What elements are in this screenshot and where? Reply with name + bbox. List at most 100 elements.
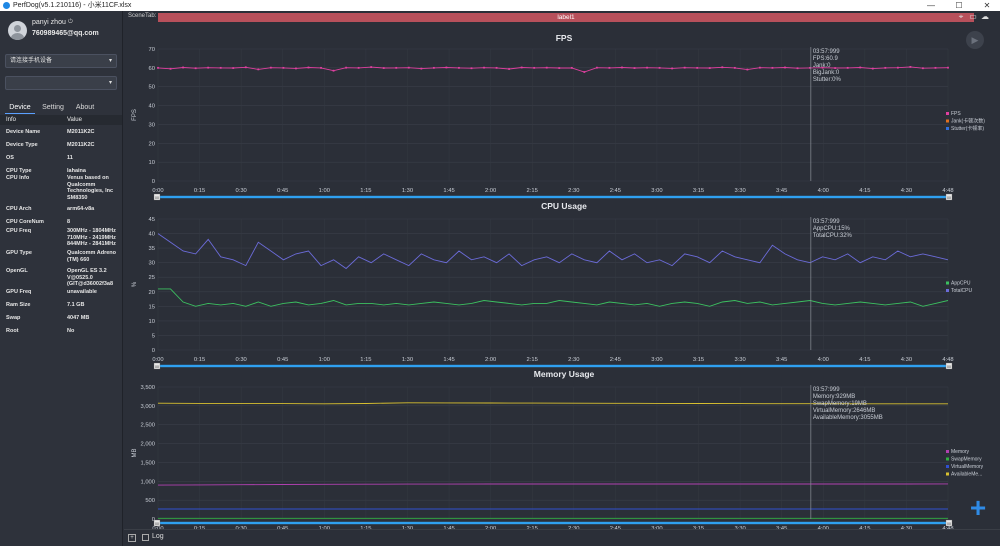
data-point xyxy=(169,67,172,70)
maximize-button[interactable]: ☐ xyxy=(948,0,970,11)
x-tick-label: 2:15 xyxy=(527,188,538,194)
chevron-down-icon: ▾ xyxy=(108,58,112,64)
legend-swatch xyxy=(946,127,949,130)
y-tick-label: 45 xyxy=(149,217,155,223)
log-label: Log xyxy=(152,533,164,540)
info-key: GPU Type xyxy=(6,250,32,256)
info-key: Device Name xyxy=(6,129,41,135)
y-tick-label: 70 xyxy=(149,47,155,53)
info-key: CPU CoreNum xyxy=(6,219,44,225)
info-value: 300MHz - 1804MHz 710MHz - 2419MHz 844MHz… xyxy=(67,228,116,247)
info-key: GPU Freq xyxy=(6,289,32,295)
chevron-down-icon: ▾ xyxy=(108,80,112,86)
info-key: Swap xyxy=(6,315,21,321)
y-tick-label: 15 xyxy=(149,304,155,310)
data-point xyxy=(683,66,686,69)
x-tick-label: 2:45 xyxy=(610,357,621,363)
data-point xyxy=(232,67,235,69)
x-tick-label: 2:00 xyxy=(485,188,496,194)
perfdog-app-icon xyxy=(3,2,10,9)
y-tick-label: 0 xyxy=(152,348,155,354)
data-point xyxy=(621,66,623,69)
data-point xyxy=(520,66,523,69)
x-tick-label: 3:00 xyxy=(651,357,662,363)
cursor-tooltip-line: AvailableMemory:3055MB xyxy=(813,415,883,421)
info-table-header: Info Value xyxy=(0,115,122,125)
time-slider-track xyxy=(155,364,951,368)
data-point xyxy=(257,68,260,71)
x-tick-label: 4:00 xyxy=(818,357,829,363)
add-icon[interactable]: + xyxy=(128,534,136,542)
user-name: panyi zhou xyxy=(32,19,66,26)
data-point xyxy=(320,66,322,69)
y-tick-label: 500 xyxy=(145,498,155,504)
y-tick-label: 2,000 xyxy=(140,442,155,448)
main-panel: SceneTab: label1 ⌖ ▭ ☁ FPS FPS 0 10 20 30 40 50… xyxy=(124,11,1000,546)
legend-label: FPS xyxy=(951,111,961,117)
info-value: arm64-v8a xyxy=(67,206,95,212)
chart-title: CPU Usage xyxy=(541,201,587,211)
data-point xyxy=(846,66,849,69)
x-tick-label: 2:30 xyxy=(568,357,579,363)
info-key: CPU Info xyxy=(6,175,30,181)
tab-device[interactable]: Device xyxy=(5,102,35,114)
cursor-tooltip-line: 03:57:999 xyxy=(813,387,840,393)
legend-swatch xyxy=(946,289,949,292)
data-point xyxy=(658,66,661,69)
y-tick-label: 1,000 xyxy=(140,479,155,485)
x-tick-label: 3:00 xyxy=(651,188,662,194)
y-tick-label: 30 xyxy=(149,122,155,128)
info-key: OpenGL xyxy=(6,268,28,274)
data-point xyxy=(194,67,197,70)
data-point xyxy=(470,67,473,70)
avatar[interactable] xyxy=(8,21,27,40)
x-tick-label: 0:15 xyxy=(194,357,205,363)
charts-area: FPSFPS0102030405060700:00 0:15 0:30 0:45 1:0… xyxy=(132,33,985,529)
data-point xyxy=(332,69,335,72)
x-tick-label: 4:30 xyxy=(901,357,912,363)
x-tick-label: 4:15 xyxy=(859,357,870,363)
log-checkbox[interactable] xyxy=(142,534,149,541)
x-tick-label: 0:45 xyxy=(277,357,288,363)
x-tick-label: 2:30 xyxy=(568,188,579,194)
data-point xyxy=(269,66,272,69)
info-value: 8 xyxy=(67,219,71,225)
info-header-value: Value xyxy=(67,117,82,123)
slider-handle-end-label: 00 xyxy=(947,365,951,369)
app-select[interactable]: ▾ xyxy=(5,76,117,90)
x-tick-label: 0:00 xyxy=(152,188,163,194)
y-tick-label: 40 xyxy=(149,104,155,110)
y-tick-label: 40 xyxy=(149,232,155,238)
y-tick-label: 3,000 xyxy=(140,404,155,410)
info-value: Qualcomm Adreno (TM) 660 xyxy=(67,250,116,263)
device-select[interactable]: 请连接手机设备 ▾ xyxy=(5,54,117,68)
data-point xyxy=(533,66,536,69)
data-point xyxy=(382,67,385,69)
data-point xyxy=(307,66,310,69)
info-key: CPU Arch xyxy=(6,206,32,212)
x-tick-label: 2:45 xyxy=(610,188,621,194)
play-button[interactable]: ▶ xyxy=(966,31,984,49)
tab-setting[interactable]: Setting xyxy=(38,102,68,114)
info-value: unavailable xyxy=(67,289,97,295)
tab-about[interactable]: About xyxy=(71,102,99,114)
minimize-button[interactable]: — xyxy=(920,0,942,11)
legend-swatch xyxy=(946,119,949,123)
data-point xyxy=(595,66,598,69)
data-point xyxy=(646,66,648,69)
data-point xyxy=(558,67,561,69)
data-point xyxy=(483,66,485,69)
x-tick-label: 2:15 xyxy=(527,357,538,363)
y-tick-label: 35 xyxy=(149,246,155,252)
data-point xyxy=(796,67,799,70)
y-tick-label: 20 xyxy=(149,141,155,147)
user-email: 760989465@qq.com xyxy=(32,30,99,37)
y-tick-label: 3,500 xyxy=(140,385,155,391)
y-axis-label: FPS xyxy=(132,109,138,121)
add-button[interactable]: + xyxy=(966,494,990,522)
cursor-tooltip-line: VirtualMemory:2646MB xyxy=(813,408,876,414)
chart-title: Memory Usage xyxy=(534,369,595,379)
cursor-tooltip-line: 03:57:999 xyxy=(813,49,840,55)
close-button[interactable]: ✕ xyxy=(976,0,998,11)
power-icon[interactable]: ⏻ xyxy=(68,19,73,26)
